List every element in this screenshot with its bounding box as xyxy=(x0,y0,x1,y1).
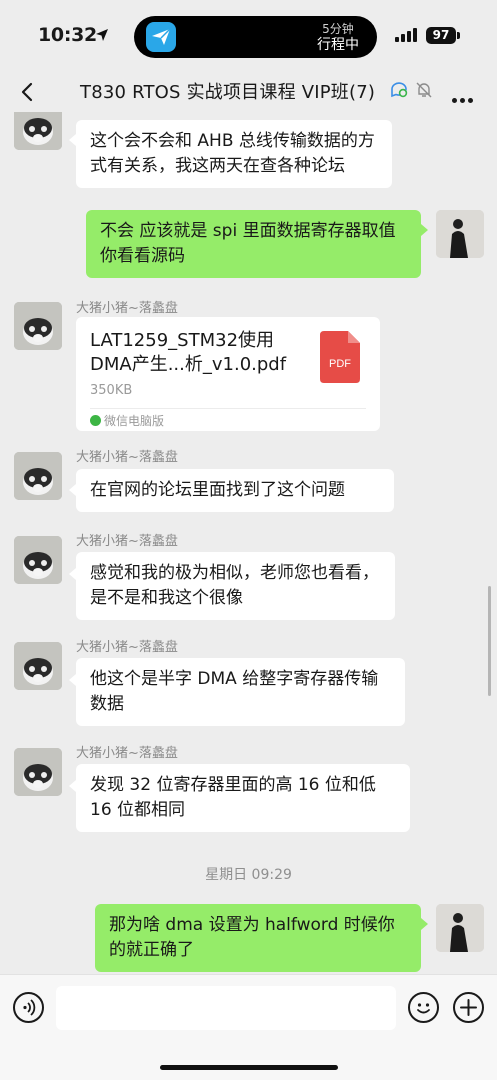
dynamic-island[interactable]: 5分钟 行程中 xyxy=(134,16,377,58)
emoji-button[interactable] xyxy=(408,992,439,1023)
sender-name: 大猪小猪~落蠡盘 xyxy=(76,301,178,316)
trip-state: 行程中 xyxy=(317,37,359,53)
location-arrow-icon xyxy=(96,29,108,41)
status-time: 10:32 xyxy=(38,24,97,46)
more-options-button[interactable] xyxy=(452,88,476,107)
message-bubble[interactable]: 他这个是半字 DMA 给整字寄存器传输数据 xyxy=(76,658,405,726)
emoji-icon xyxy=(417,1003,430,1014)
bubble-tail xyxy=(421,918,428,930)
bubble-tail xyxy=(421,224,428,236)
file-divider xyxy=(90,408,366,409)
sender-avatar[interactable] xyxy=(14,302,62,350)
chat-title[interactable]: T830 RTOS 实战项目课程 VIP班(7) xyxy=(80,78,375,104)
group-chat-icon xyxy=(391,82,408,98)
sender-name: 大猪小猪~落蠡盘 xyxy=(76,450,178,465)
sender-name: 大猪小猪~落蠡盘 xyxy=(76,746,178,761)
sender-avatar[interactable] xyxy=(14,452,62,500)
voice-icon xyxy=(23,999,36,1016)
battery-icon: 97 xyxy=(426,27,456,44)
voice-input-button[interactable] xyxy=(13,992,44,1023)
sender-name: 大猪小猪~落蠡盘 xyxy=(76,534,178,549)
mute-bell-icon xyxy=(416,82,432,98)
navigation-app-icon xyxy=(146,22,176,52)
file-name: LAT1259_STM32使用DMA产生...析_v1.0.pdf xyxy=(90,330,287,375)
my-message-bubble[interactable]: 不会 应该就是 spi 里面数据寄存器取值 你看看源码 xyxy=(86,210,421,278)
bubble-tail xyxy=(69,484,76,496)
message-list[interactable]: 这个会不会和 AHB 总线传输数据的方式有关系，我这两天在查各种论坛 不会 应该… xyxy=(0,112,497,974)
my-avatar[interactable] xyxy=(436,904,484,952)
message-timestamp: 星期日 09:29 xyxy=(205,867,292,883)
bubble-tail xyxy=(69,674,76,686)
message-input[interactable] xyxy=(56,986,396,1030)
more-functions-button[interactable] xyxy=(453,992,484,1023)
message-bubble[interactable]: 在官网的论坛里面找到了这个问题 xyxy=(76,469,394,512)
sender-avatar[interactable] xyxy=(14,642,62,690)
my-message-bubble[interactable]: 那为啥 dma 设置为 halfword 时候你的就正确了 xyxy=(95,904,421,972)
input-bar xyxy=(0,974,497,1080)
pdf-icon-label: PDF xyxy=(329,358,351,370)
file-message-card[interactable]: LAT1259_STM32使用DMA产生...析_v1.0.pdf 350KB … xyxy=(76,317,380,431)
message-bubble[interactable]: 发现 32 位寄存器里面的高 16 位和低 16 位都相同 xyxy=(76,764,410,832)
file-source: 微信电脑版 xyxy=(90,412,164,429)
sender-avatar[interactable] xyxy=(14,748,62,796)
home-indicator[interactable] xyxy=(160,1065,338,1070)
pdf-file-icon: PDF xyxy=(320,331,360,383)
sender-name: 大猪小猪~落蠡盘 xyxy=(76,640,178,655)
cellular-signal-icon xyxy=(395,28,417,42)
plus-icon xyxy=(460,999,477,1016)
chat-header: T830 RTOS 实战项目课程 VIP班(7) xyxy=(0,72,497,112)
bubble-tail xyxy=(69,780,76,792)
back-arrow-icon[interactable] xyxy=(14,78,42,106)
message-bubble[interactable]: 这个会不会和 AHB 总线传输数据的方式有关系，我这两天在查各种论坛 xyxy=(76,120,392,188)
battery-tip xyxy=(457,32,460,39)
trip-status: 5分钟 行程中 xyxy=(317,21,359,53)
file-source-label: 微信电脑版 xyxy=(104,414,165,428)
bubble-tail xyxy=(69,568,76,580)
wechat-pc-icon xyxy=(90,415,101,426)
trip-eta: 5分钟 xyxy=(322,22,354,36)
status-bar: 10:32 5分钟 行程中 97 xyxy=(0,0,497,72)
my-avatar[interactable] xyxy=(436,210,484,258)
bubble-tail xyxy=(69,134,76,146)
sender-avatar[interactable] xyxy=(14,112,62,150)
sender-avatar[interactable] xyxy=(14,536,62,584)
file-size: 350KB xyxy=(90,383,133,398)
message-bubble[interactable]: 感觉和我的极为相似，老师您也看看，是不是和我这个很像 xyxy=(76,552,395,620)
scrollbar[interactable] xyxy=(488,586,491,696)
